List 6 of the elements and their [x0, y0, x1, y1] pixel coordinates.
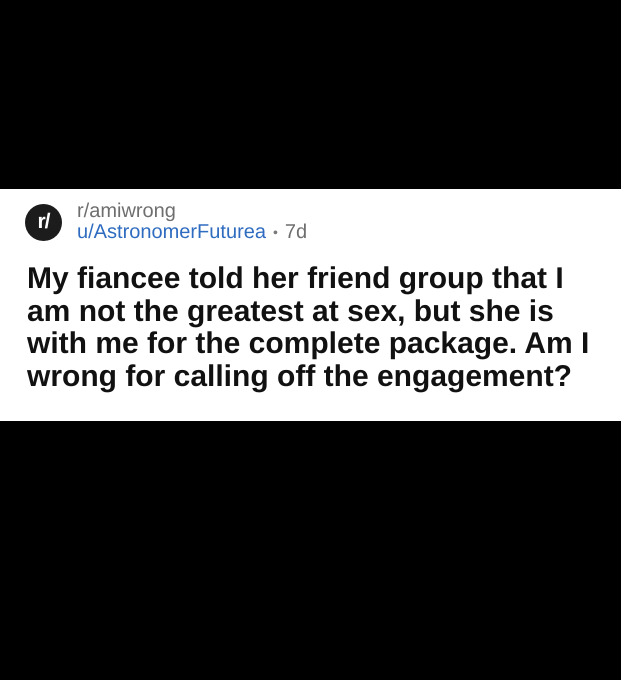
- author-name[interactable]: u/AstronomerFuturea: [77, 222, 266, 243]
- separator-dot: •: [272, 223, 278, 242]
- post-title: My fiancee told her friend group that I am not the greatest at sex, but she is with me for the complete package. Am I wrong for calling off the engagement?: [27, 263, 590, 394]
- post-age: 7d: [284, 222, 308, 243]
- subreddit-avatar[interactable]: r/: [25, 204, 62, 240]
- subreddit-name[interactable]: r/amiwrong: [77, 201, 176, 222]
